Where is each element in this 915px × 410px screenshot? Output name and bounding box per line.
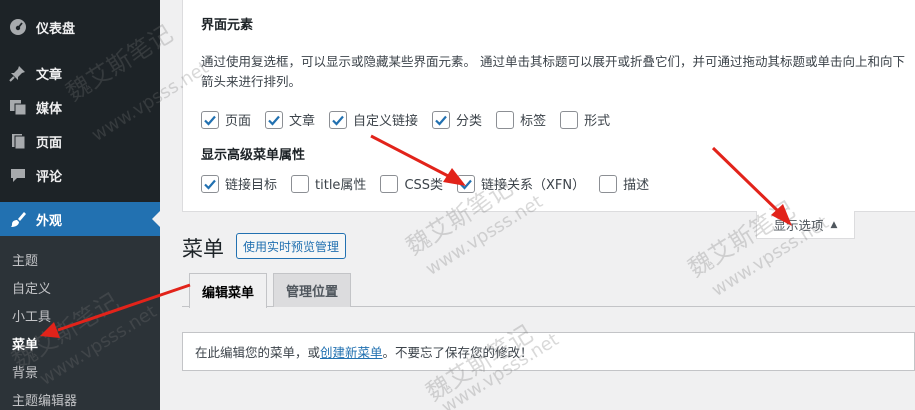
manage-live-preview-button[interactable]: 使用实时预览管理 [236, 233, 347, 259]
checkbox-box[interactable] [329, 110, 348, 129]
checkbox-posts[interactable]: 文章 [265, 110, 315, 129]
checkmark-icon [204, 179, 216, 190]
sidebar-item-posts[interactable]: 文章 [0, 56, 160, 90]
menu-notice: 在此编辑您的菜单，或 创建新菜单 。不要忘了保存您的修改！ [182, 332, 915, 371]
submenu-item-customize[interactable]: 自定义 [12, 278, 51, 297]
submenu-item-themes[interactable]: 主题 [12, 250, 38, 269]
triangle-up-icon: ▲ [830, 219, 838, 230]
checkbox-box[interactable] [457, 174, 476, 193]
sidebar-item-label: 媒体 [36, 101, 63, 117]
screen-options-toggle[interactable]: 显示选项 ▲ [756, 211, 855, 239]
admin-sidebar: 仪表盘 文章 媒体 页面 评论 外观 主题 自定义 小工具 菜单 背景 主题编辑… [0, 0, 160, 410]
page-icon [0, 132, 36, 150]
checkbox-label: 自定义链接 [353, 114, 419, 129]
submenu-item-theme-editor[interactable]: 主题编辑器 [12, 390, 77, 409]
sidebar-item-label: 外观 [36, 213, 63, 229]
notice-prefix: 在此编辑您的菜单，或 [195, 345, 321, 360]
submenu-item-widgets[interactable]: 小工具 [12, 306, 51, 325]
checkmark-icon [460, 179, 472, 190]
checkbox-box[interactable] [496, 110, 515, 129]
sidebar-item-label: 评论 [36, 169, 63, 185]
checkbox-box[interactable] [380, 174, 399, 193]
checkbox-box[interactable] [201, 110, 219, 129]
checkbox-formats[interactable]: 形式 [560, 110, 610, 129]
advanced-checkbox-row: 链接目标 title属性 CSS类 链接关系（XFN） 描述 [201, 174, 663, 193]
advanced-properties-title: 显示高级菜单属性 [201, 148, 306, 163]
screen-options-title: 界面元素 [201, 18, 254, 33]
page-title: 菜单 [182, 237, 224, 261]
dashboard-icon [0, 18, 36, 36]
checkbox-label: 文章 [289, 114, 316, 129]
checkbox-xfn[interactable]: 链接关系（XFN） [457, 174, 585, 193]
checkbox-label: 链接关系（XFN） [481, 178, 586, 193]
submenu-item-menus[interactable]: 菜单 [12, 334, 38, 353]
sidebar-item-label: 文章 [36, 67, 63, 83]
checkmark-icon [435, 115, 447, 126]
sidebar-item-label: 页面 [36, 135, 63, 151]
screen-options-panel: 界面元素 通过使用复选框，可以显示或隐藏某些界面元素。 通过单击其标题可以展开或… [182, 0, 915, 212]
notice-suffix: 。不要忘了保存您的修改！ [382, 345, 533, 360]
checkbox-categories[interactable]: 分类 [432, 110, 482, 129]
checkmark-icon [204, 115, 216, 126]
paintbrush-icon [0, 210, 36, 228]
checkbox-css-classes[interactable]: CSS类 [380, 174, 443, 193]
screen-options-toggle-label: 显示选项 [773, 218, 824, 233]
checkbox-label: 描述 [623, 178, 650, 193]
checkbox-tags[interactable]: 标签 [496, 110, 546, 129]
checkbox-description[interactable]: 描述 [599, 174, 649, 193]
media-icon [0, 98, 36, 116]
tab-edit-menus[interactable]: 编辑菜单 [189, 273, 268, 308]
checkbox-label: title属性 [315, 178, 367, 193]
checkbox-box[interactable] [560, 110, 579, 129]
checkbox-box[interactable] [432, 110, 451, 129]
metabox-checkbox-row: 页面 文章 自定义链接 分类 标签 形式 [201, 110, 624, 129]
checkbox-label: 页面 [225, 114, 252, 129]
appearance-submenu: 主题 自定义 小工具 菜单 背景 主题编辑器 [0, 236, 160, 410]
checkbox-custom-links[interactable]: 自定义链接 [329, 110, 418, 129]
sidebar-item-appearance[interactable]: 外观 [0, 202, 160, 236]
checkmark-icon [332, 115, 344, 126]
checkbox-label: 链接目标 [225, 178, 278, 193]
checkbox-box[interactable] [291, 174, 310, 193]
checkbox-pages[interactable]: 页面 [201, 110, 251, 129]
checkbox-label: CSS类 [404, 178, 444, 193]
comment-icon [0, 166, 36, 184]
checkbox-link-target[interactable]: 链接目标 [201, 174, 277, 193]
sidebar-item-dashboard[interactable]: 仪表盘 [0, 10, 160, 44]
checkbox-title-attribute[interactable]: title属性 [291, 174, 366, 193]
submenu-item-background[interactable]: 背景 [12, 362, 38, 381]
sidebar-item-label: 仪表盘 [36, 21, 76, 37]
checkbox-label: 标签 [520, 114, 547, 129]
sidebar-item-pages[interactable]: 页面 [0, 124, 160, 158]
checkbox-label: 形式 [584, 114, 611, 129]
screen-options-description: 通过使用复选框，可以显示或隐藏某些界面元素。 通过单击其标题可以展开或折叠它们，… [201, 54, 905, 89]
sidebar-item-media[interactable]: 媒体 [0, 90, 160, 124]
pin-icon [0, 64, 36, 82]
checkbox-box[interactable] [599, 174, 618, 193]
sidebar-item-comments[interactable]: 评论 [0, 158, 160, 192]
checkbox-box[interactable] [265, 110, 284, 129]
tab-manage-locations[interactable]: 管理位置 [273, 273, 352, 307]
create-new-menu-link[interactable]: 创建新菜单 [320, 342, 383, 361]
checkmark-icon [268, 115, 280, 126]
checkbox-box[interactable] [201, 174, 219, 193]
checkbox-label: 分类 [456, 114, 483, 129]
